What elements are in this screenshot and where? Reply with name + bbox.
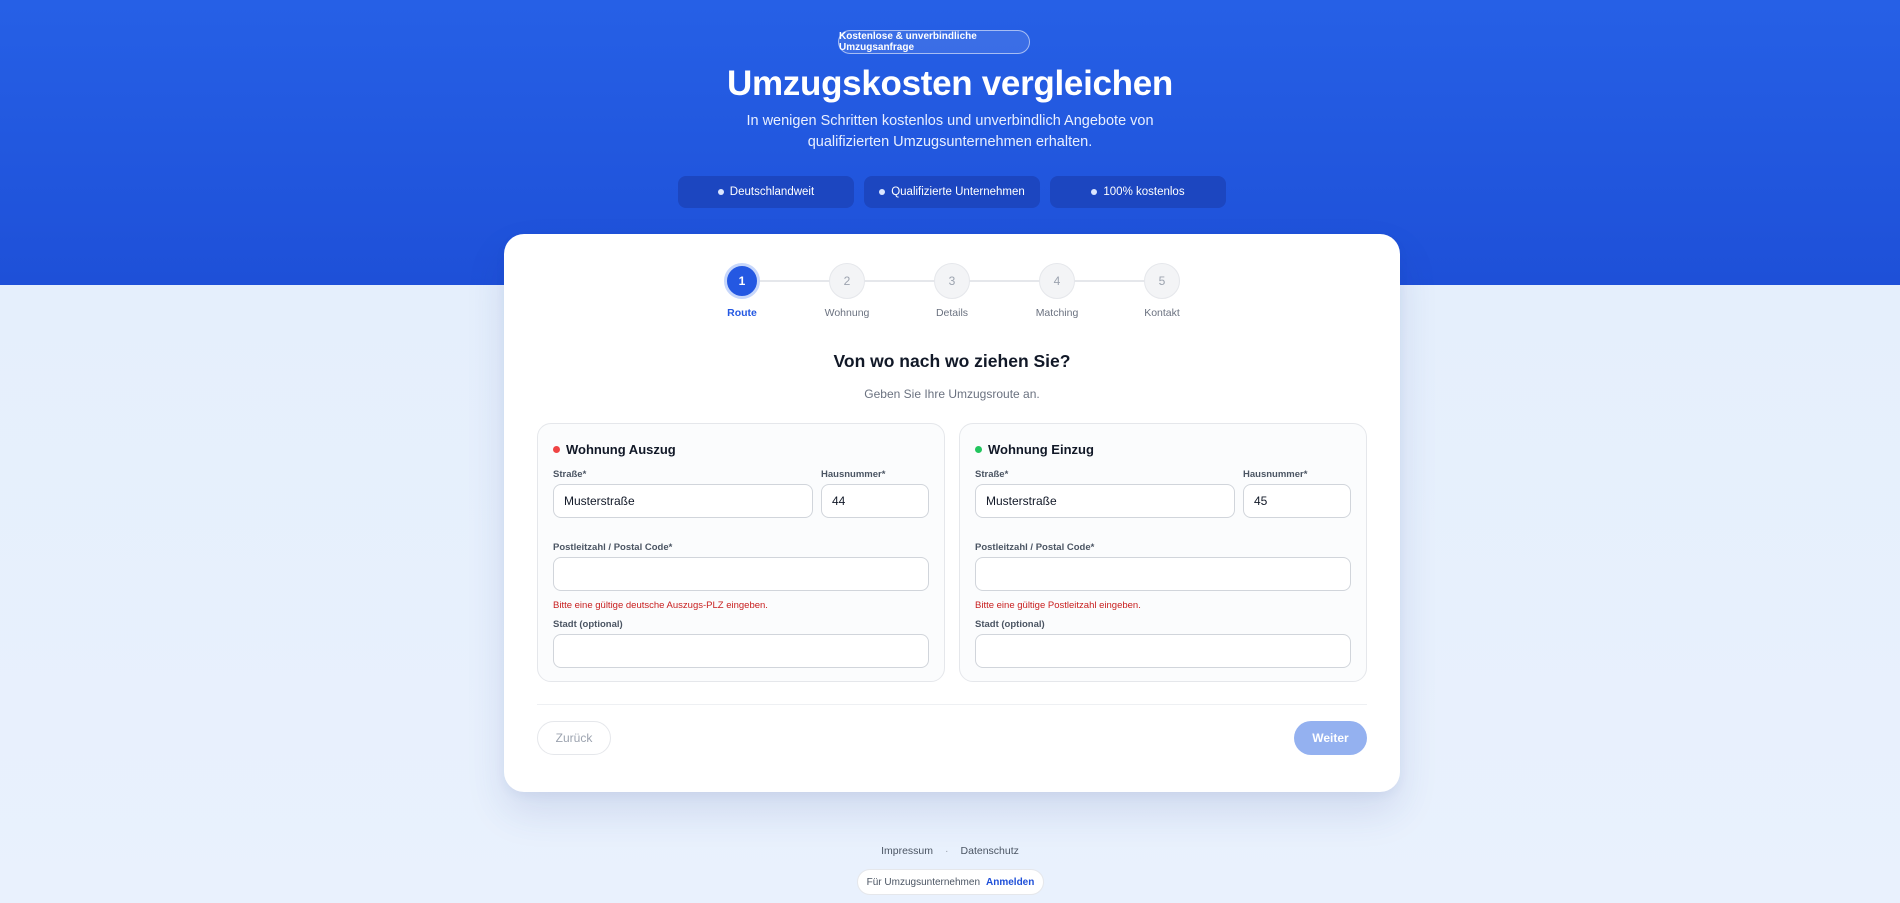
feature-pill-label: Deutschlandweit	[729, 186, 815, 198]
question-subtitle: Geben Sie Ihre Umzugsroute an.	[864, 387, 1040, 401]
house-number-label: Hausnummer*	[821, 469, 886, 480]
datenschutz-link[interactable]: Datenschutz	[961, 845, 1019, 857]
bullet-dot-icon	[717, 189, 724, 195]
house-number-label: Hausnummer*	[1243, 469, 1308, 480]
stepper: 1 Route 2 Wohnung 3 Details 4 Matching 5…	[504, 263, 1400, 323]
step-label: Route	[727, 307, 757, 319]
street-label: Straße*	[975, 469, 1009, 480]
einzug-postal-input[interactable]	[975, 557, 1351, 591]
city-label: Stadt (optional)	[975, 619, 1045, 630]
postal-error: Bitte eine gültige Postleitzahl eingeben…	[975, 600, 1141, 611]
bullet-dot-icon	[1091, 189, 1098, 195]
panel-title: Wohnung Einzug	[975, 442, 1094, 457]
step-label: Kontakt	[1144, 307, 1180, 319]
hero-title: Umzugskosten vergleichen	[727, 64, 1173, 103]
feature-pills: Deutschlandweit Qualifizierte Unternehme…	[678, 176, 1226, 208]
footer-links: Impressum · Datenschutz	[0, 845, 1900, 857]
postal-label: Postleitzahl / Postal Code*	[975, 542, 1095, 553]
step-number: 5	[1144, 263, 1180, 299]
auszug-postal-input[interactable]	[553, 557, 929, 591]
step-label: Wohnung	[824, 307, 870, 319]
back-button[interactable]: Zurück	[537, 721, 611, 755]
panel-title: Wohnung Auszug	[553, 442, 676, 457]
step-number: 3	[934, 263, 970, 299]
city-label: Stadt (optional)	[553, 619, 623, 630]
auszug-street-input[interactable]	[553, 484, 813, 518]
impressum-link[interactable]: Impressum	[881, 845, 933, 857]
step-number: 1	[724, 263, 760, 299]
panel-auszug: Wohnung Auszug Straße* Hausnummer* Postl…	[537, 423, 945, 682]
einzug-city-input[interactable]	[975, 634, 1351, 668]
street-label: Straße*	[553, 469, 587, 480]
step-route[interactable]: 1 Route	[702, 263, 782, 319]
step-wohnung[interactable]: 2 Wohnung	[807, 263, 887, 319]
auszug-city-input[interactable]	[553, 634, 929, 668]
feature-pill-label: Qualifizierte Unternehmen	[891, 186, 1025, 198]
company-text: Für Umzugsunternehmen	[866, 876, 981, 888]
feature-pill: 100% kostenlos	[1050, 176, 1226, 208]
company-login-pill: Für Umzugsunternehmen Anmelden	[857, 869, 1044, 895]
step-details[interactable]: 3 Details	[912, 263, 992, 319]
hero-subtitle: In wenigen Schritten kostenlos und unver…	[746, 113, 1154, 150]
einzug-street-input[interactable]	[975, 484, 1235, 518]
step-kontakt[interactable]: 5 Kontakt	[1122, 263, 1202, 319]
einzug-house-number-input[interactable]	[1243, 484, 1351, 518]
hero-badge: Kostenlose & unverbindliche Umzugsanfrag…	[838, 30, 1030, 54]
company-login-link[interactable]: Anmelden	[986, 877, 1034, 888]
auszug-house-number-input[interactable]	[821, 484, 929, 518]
bullet-dot-icon	[879, 189, 886, 195]
step-number: 2	[829, 263, 865, 299]
footer-separator: ·	[945, 845, 949, 857]
feature-pill-label: 100% kostenlos	[1103, 186, 1185, 198]
status-dot-icon	[553, 446, 560, 453]
divider	[537, 704, 1367, 705]
panel-title-label: Wohnung Auszug	[566, 442, 676, 457]
postal-label: Postleitzahl / Postal Code*	[553, 542, 673, 553]
status-dot-icon	[975, 446, 982, 453]
step-label: Details	[935, 307, 969, 319]
step-matching[interactable]: 4 Matching	[1017, 263, 1097, 319]
question-title: Von wo nach wo ziehen Sie?	[833, 351, 1071, 371]
step-label: Matching	[1035, 307, 1079, 319]
feature-pill: Deutschlandweit	[678, 176, 854, 208]
panel-einzug: Wohnung Einzug Straße* Hausnummer* Postl…	[959, 423, 1367, 682]
form-card: 1 Route 2 Wohnung 3 Details 4 Matching 5…	[504, 234, 1400, 792]
panel-title-label: Wohnung Einzug	[988, 442, 1094, 457]
feature-pill: Qualifizierte Unternehmen	[864, 176, 1040, 208]
step-number: 4	[1039, 263, 1075, 299]
postal-error: Bitte eine gültige deutsche Auszugs-PLZ …	[553, 600, 768, 611]
next-button[interactable]: Weiter	[1294, 721, 1367, 755]
